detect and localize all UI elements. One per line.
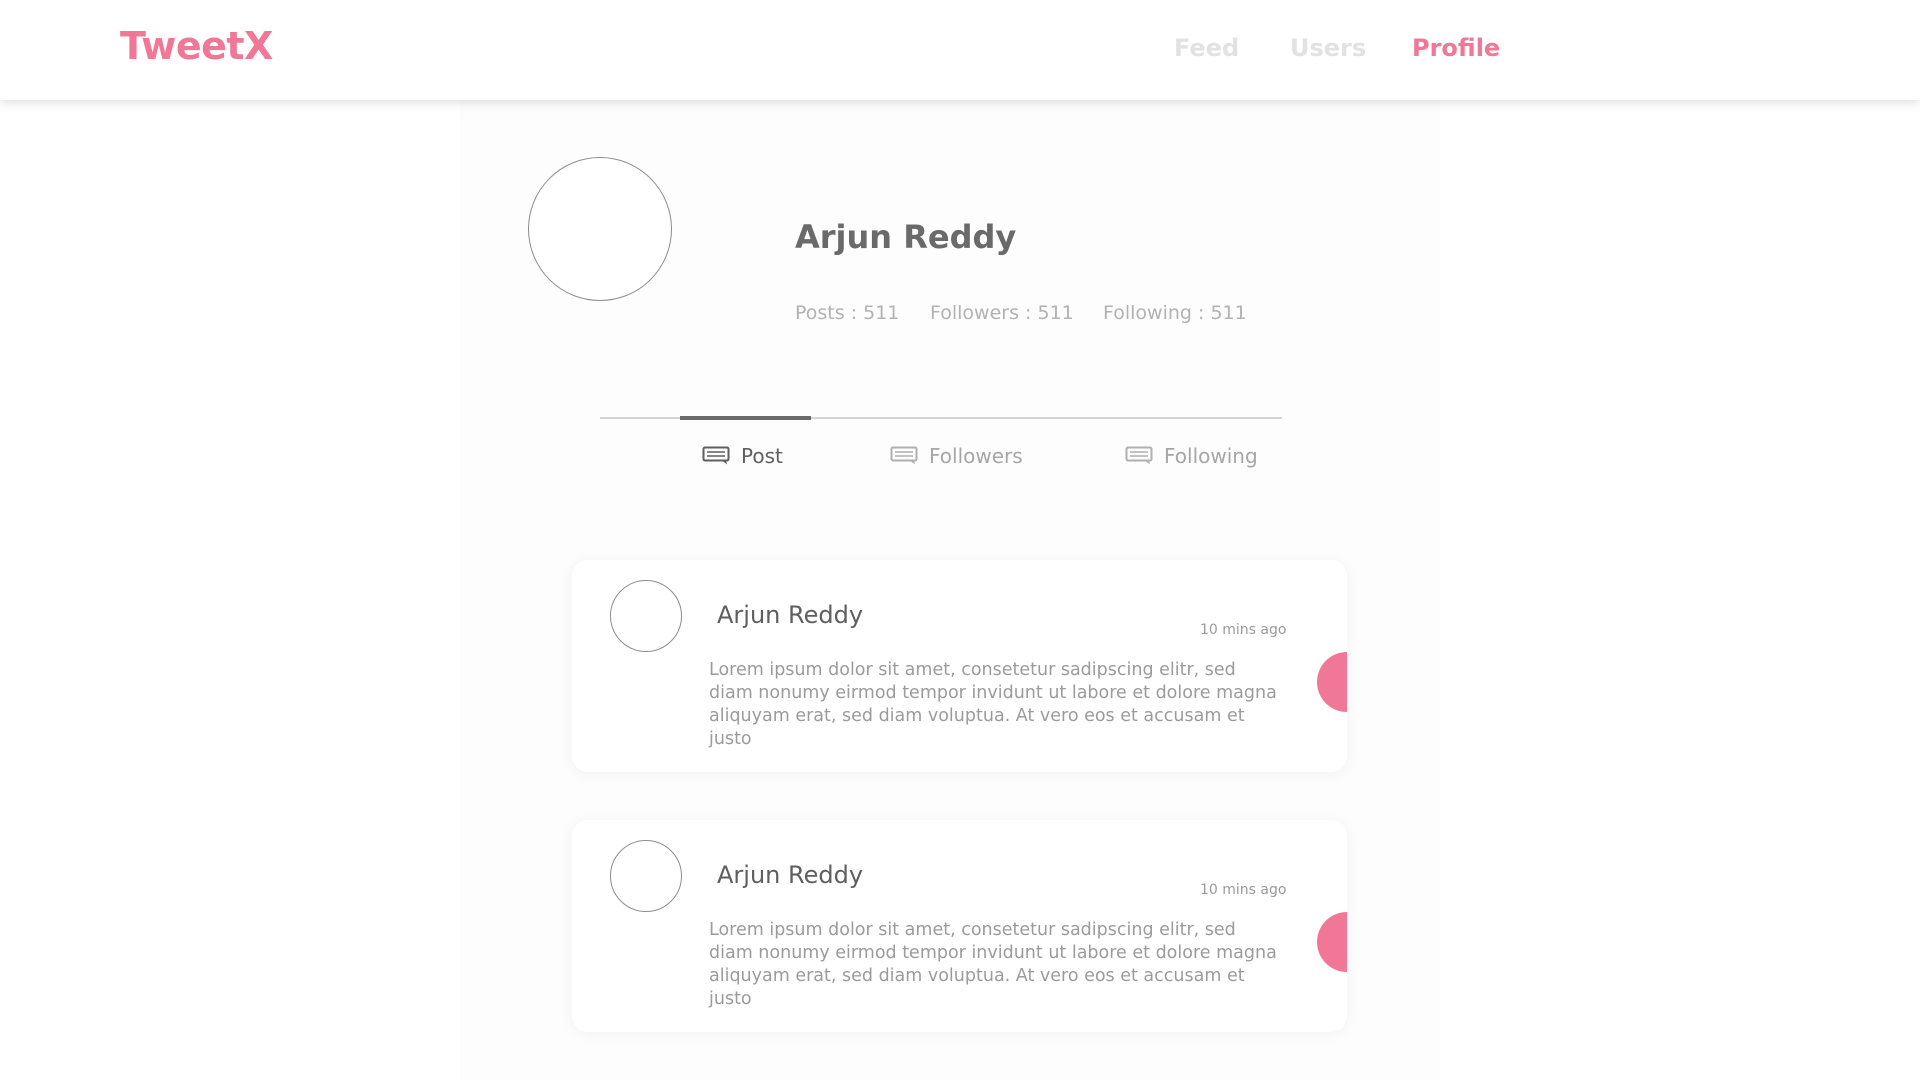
nav-link-users[interactable]: Users xyxy=(1290,34,1366,62)
stat-followers: Followers : 511 xyxy=(930,302,1074,324)
tab-following-label: Following xyxy=(1164,444,1258,468)
post-timestamp: 10 mins ago xyxy=(1200,622,1287,638)
tab-post-label: Post xyxy=(741,444,783,468)
avatar xyxy=(610,840,682,912)
brand-logo[interactable]: TweetX xyxy=(120,24,273,68)
profile-name: Arjun Reddy xyxy=(795,218,1017,256)
nav-link-feed[interactable]: Feed xyxy=(1174,34,1239,62)
tab-following[interactable]: Following xyxy=(1125,444,1258,468)
message-icon xyxy=(1125,446,1153,465)
post-body: Lorem ipsum dolor sit amet, consetetur s… xyxy=(709,920,1277,1009)
nav-link-profile[interactable]: Profile xyxy=(1412,34,1500,62)
post-timestamp: 10 mins ago xyxy=(1200,882,1287,898)
post-card[interactable]: Arjun Reddy 10 mins ago Lorem ipsum dolo… xyxy=(572,560,1347,772)
post-author: Arjun Reddy xyxy=(717,861,864,889)
post-body: Lorem ipsum dolor sit amet, consetetur s… xyxy=(709,660,1277,749)
avatar xyxy=(610,580,682,652)
stat-posts: Posts : 511 xyxy=(795,302,900,324)
tab-followers[interactable]: Followers xyxy=(890,444,1023,468)
profile-avatar xyxy=(528,157,672,301)
tab-post[interactable]: Post xyxy=(702,444,783,468)
message-icon xyxy=(890,446,918,465)
active-tab-indicator xyxy=(680,416,811,420)
stat-following: Following : 511 xyxy=(1103,302,1247,324)
message-icon xyxy=(702,446,730,465)
post-author: Arjun Reddy xyxy=(717,601,864,629)
top-navbar: TweetX Feed Users Profile xyxy=(0,0,1920,100)
tab-followers-label: Followers xyxy=(929,444,1023,468)
post-accent-dot xyxy=(1317,912,1347,972)
post-card[interactable]: Arjun Reddy 10 mins ago Lorem ipsum dolo… xyxy=(572,820,1347,1032)
post-accent-dot xyxy=(1317,652,1347,712)
